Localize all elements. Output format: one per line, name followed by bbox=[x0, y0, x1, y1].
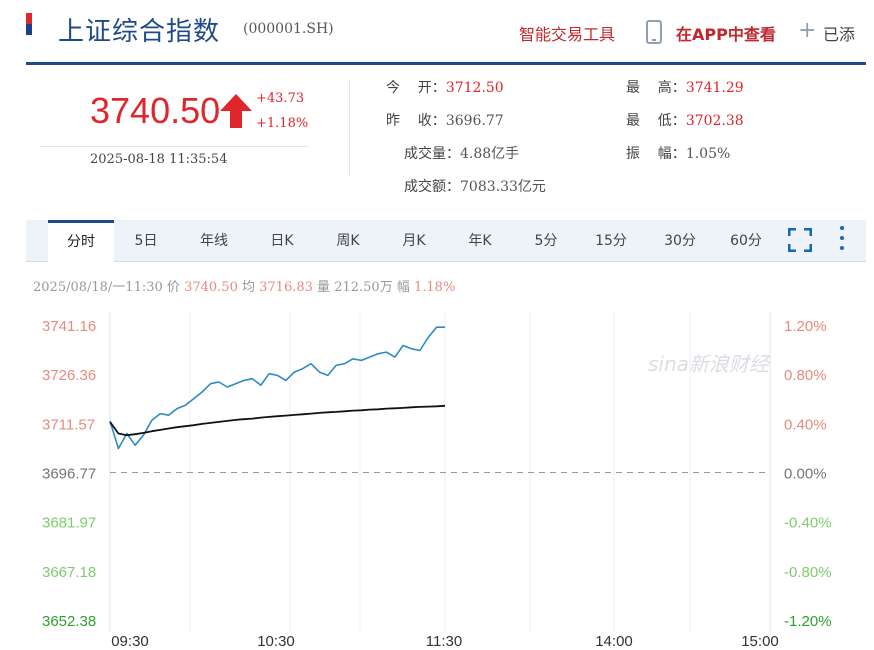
tab-5day[interactable]: 5日 bbox=[118, 220, 174, 262]
tab-15min[interactable]: 15分 bbox=[584, 220, 638, 262]
y-tick-label: 3681.97 bbox=[42, 515, 96, 532]
pct-tick-label: -1.20% bbox=[784, 613, 832, 630]
tab-year-line[interactable]: 年线 bbox=[184, 220, 244, 262]
pct-tick-label: -0.40% bbox=[784, 515, 832, 532]
x-tick-label: 09:30 bbox=[111, 633, 149, 650]
quote-divider bbox=[40, 146, 308, 147]
tab-weekly-k[interactable]: 周K bbox=[318, 220, 378, 262]
tab-60min[interactable]: 60分 bbox=[718, 220, 774, 262]
stat-amount: 成交额：7083.33亿元 bbox=[404, 179, 546, 195]
fullscreen-icon[interactable] bbox=[788, 228, 812, 252]
stat-prev-close: 昨 收：3696.77 bbox=[386, 113, 504, 129]
tab-yearly-k[interactable]: 年K bbox=[452, 220, 508, 262]
sina-finance-watermark: sina新浪财经 bbox=[648, 352, 769, 376]
stat-volume: 成交量：4.88亿手 bbox=[404, 146, 520, 162]
pct-tick-label: -0.80% bbox=[784, 564, 832, 581]
current-price: 3740.50 bbox=[90, 90, 221, 131]
x-tick-label: 15:00 bbox=[741, 633, 779, 650]
index-code: (000001.SH) bbox=[243, 21, 334, 37]
header-divider bbox=[26, 62, 866, 65]
average-line bbox=[109, 404, 446, 437]
y-tick-label: 3696.77 bbox=[42, 466, 96, 483]
mobile-phone-icon[interactable] bbox=[646, 20, 662, 44]
stat-low: 最 低：3702.38 bbox=[626, 113, 744, 129]
index-title: 上证综合指数 bbox=[58, 17, 221, 47]
tab-monthly-k[interactable]: 月K bbox=[386, 220, 442, 262]
price-change: +43.73 bbox=[256, 91, 305, 106]
y-tick-label: 3741.16 bbox=[42, 318, 96, 335]
tab-5min[interactable]: 5分 bbox=[520, 220, 572, 262]
tab-30min[interactable]: 30分 bbox=[652, 220, 708, 262]
stat-amplitude: 振 幅：1.05% bbox=[626, 146, 731, 162]
quote-timestamp: 2025-08-18 11:35:54 bbox=[90, 152, 228, 167]
plus-icon[interactable]: + bbox=[798, 18, 816, 44]
price-change-percent: +1.18% bbox=[256, 116, 309, 131]
tab-daily-k[interactable]: 日K bbox=[254, 220, 310, 262]
chart-period-tabs: 分时 5日 年线 日K 周K 月K 年K 5分 15分 30分 60分 bbox=[26, 220, 866, 263]
pct-tick-label: 0.40% bbox=[784, 416, 827, 433]
y-tick-label: 3652.38 bbox=[42, 613, 96, 630]
x-tick-label: 14:00 bbox=[595, 633, 633, 650]
tab-intraday[interactable]: 分时 bbox=[48, 220, 114, 263]
up-arrow-icon bbox=[220, 94, 252, 128]
added-to-watchlist-button[interactable]: 已添 bbox=[823, 21, 855, 45]
y-tick-label: 3726.36 bbox=[42, 367, 96, 384]
pct-tick-label: 0.80% bbox=[784, 367, 827, 384]
smart-trading-tools-link[interactable]: 智能交易工具 bbox=[519, 21, 615, 45]
stats-divider bbox=[349, 80, 350, 176]
index-flag-icon bbox=[26, 13, 32, 35]
y-tick-label: 3711.57 bbox=[42, 416, 95, 433]
pct-tick-label: 1.20% bbox=[784, 318, 827, 335]
x-tick-label: 11:30 bbox=[426, 633, 462, 650]
pct-tick-label: 0.00% bbox=[784, 466, 827, 483]
more-options-icon[interactable] bbox=[838, 226, 846, 252]
stat-high: 最 高：3741.29 bbox=[626, 80, 744, 96]
header: 上证综合指数 (000001.SH) 智能交易工具 在APP中查看 + 已添 bbox=[0, 0, 874, 62]
y-tick-label: 3667.18 bbox=[42, 564, 96, 581]
view-in-app-link[interactable]: 在APP中查看 bbox=[676, 21, 776, 45]
stat-open: 今 开：3712.50 bbox=[386, 80, 504, 96]
crosshair-info: 2025/08/18/一11:30 价 3740.50 均 3716.83 量 … bbox=[33, 280, 456, 295]
x-tick-label: 10:30 bbox=[257, 633, 295, 650]
